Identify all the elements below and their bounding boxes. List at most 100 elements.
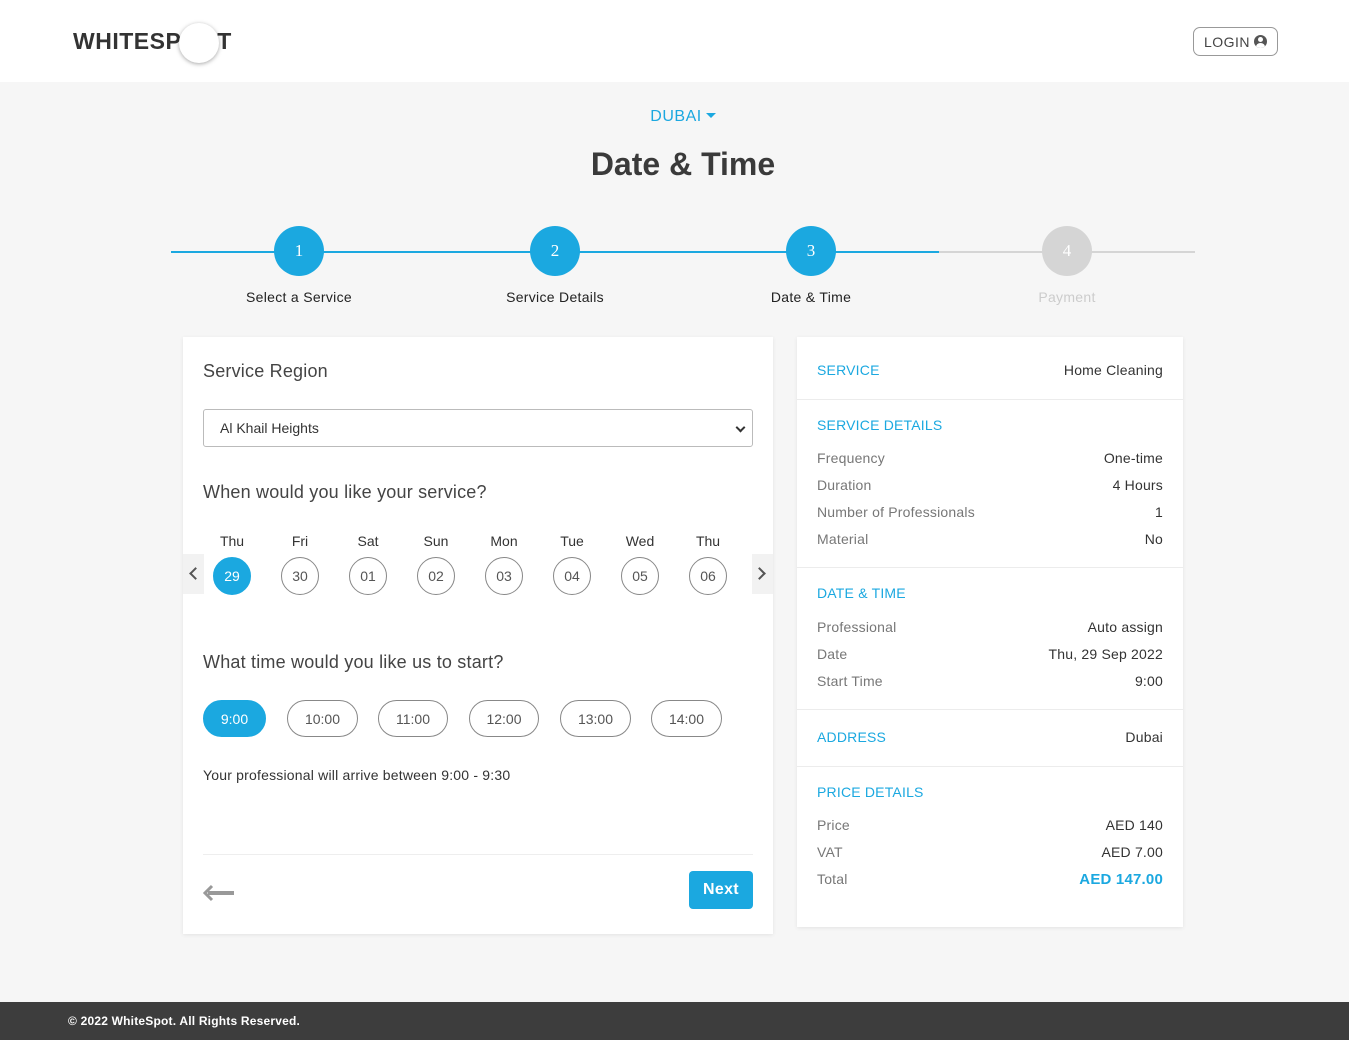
day-number[interactable]: 30 bbox=[281, 557, 319, 595]
day-name: Sun bbox=[423, 533, 449, 549]
prev-dates-button[interactable] bbox=[183, 554, 204, 594]
professional-value: Auto assign bbox=[1087, 619, 1163, 635]
day-name: Fri bbox=[291, 533, 309, 549]
duration-value: 4 Hours bbox=[1112, 477, 1163, 493]
time-heading: What time would you like us to start? bbox=[203, 652, 504, 672]
day-number[interactable]: 05 bbox=[621, 557, 659, 595]
start-time-label: Start Time bbox=[817, 673, 883, 689]
step-number: 1 bbox=[274, 226, 324, 276]
start-time-value: 9:00 bbox=[1134, 673, 1163, 689]
date-value: Thu, 29 Sep 2022 bbox=[1048, 646, 1163, 662]
summary-address-value: Dubai bbox=[1125, 729, 1163, 745]
frequency-label: Frequency bbox=[817, 450, 885, 466]
summary-details-label: SERVICE DETAILS bbox=[817, 417, 943, 433]
step-number: 2 bbox=[530, 226, 580, 276]
day-number[interactable]: 01 bbox=[349, 557, 387, 595]
day-number[interactable]: 06 bbox=[689, 557, 727, 595]
date-option[interactable]: Sat 01 bbox=[338, 527, 398, 595]
region-select-value: Al Khail Heights bbox=[220, 420, 319, 436]
professionals-count-value: 1 bbox=[1155, 504, 1163, 520]
date-option[interactable]: Thu 06 bbox=[678, 527, 738, 595]
day-number[interactable]: 02 bbox=[417, 557, 455, 595]
site-header: WHITESP T LOGIN bbox=[0, 0, 1349, 82]
booking-summary-card: SERVICE Home Cleaning SERVICE DETAILS Fr… bbox=[797, 337, 1183, 927]
progress-stepper: 1 Select a Service 2 Service Details 3 D… bbox=[171, 226, 1195, 316]
step-label: Select a Service bbox=[246, 289, 352, 305]
vat-label: VAT bbox=[817, 844, 843, 860]
material-value: No bbox=[1144, 531, 1163, 547]
time-slot-button[interactable]: 12:00 bbox=[469, 700, 539, 737]
day-name: Wed bbox=[625, 533, 655, 549]
time-slot-button[interactable]: 10:00 bbox=[287, 700, 358, 737]
step-payment: 4 Payment bbox=[967, 226, 1167, 305]
date-picker-strip: Thu 29 Fri 30 Sat 01 Sun 02 Mon 03 Tue 0… bbox=[183, 527, 773, 597]
summary-datetime-section: DATE & TIME Professional Auto assign Dat… bbox=[797, 568, 1183, 710]
whitespot-logo[interactable]: WHITESP T bbox=[73, 20, 232, 63]
step-label: Service Details bbox=[506, 289, 604, 305]
date-option[interactable]: Sun 02 bbox=[406, 527, 466, 595]
region-heading: Service Region bbox=[203, 361, 328, 381]
date-option[interactable]: Mon 03 bbox=[474, 527, 534, 595]
price-label: Price bbox=[817, 817, 850, 833]
time-slot-button[interactable]: 13:00 bbox=[560, 700, 631, 737]
login-button[interactable]: LOGIN bbox=[1193, 27, 1278, 56]
copyright-text: © 2022 WhiteSpot. All Rights Reserved. bbox=[68, 1014, 301, 1028]
price-value: AED 140 bbox=[1105, 817, 1163, 833]
vat-value: AED 7.00 bbox=[1101, 844, 1163, 860]
day-name: Thu bbox=[695, 533, 721, 549]
material-label: Material bbox=[817, 531, 869, 547]
summary-address-label: ADDRESS bbox=[817, 729, 887, 745]
summary-details-section: SERVICE DETAILS Frequency One-time Durat… bbox=[797, 400, 1183, 568]
back-button[interactable] bbox=[202, 882, 235, 904]
date-option[interactable]: Tue 04 bbox=[542, 527, 602, 595]
summary-service-value: Home Cleaning bbox=[1063, 362, 1163, 378]
date-option[interactable]: Wed 05 bbox=[610, 527, 670, 595]
next-button[interactable]: Next bbox=[689, 871, 753, 909]
step-service-details[interactable]: 2 Service Details bbox=[455, 226, 655, 305]
step-number: 4 bbox=[1042, 226, 1092, 276]
step-label: Date & Time bbox=[770, 289, 852, 305]
duration-label: Duration bbox=[817, 477, 872, 493]
arrow-left-icon bbox=[202, 884, 234, 902]
logo-ring-icon bbox=[179, 23, 220, 63]
day-name: Tue bbox=[560, 533, 584, 549]
summary-service-label: SERVICE bbox=[817, 362, 880, 378]
summary-address-section: ADDRESS Dubai bbox=[797, 710, 1183, 767]
step-number: 3 bbox=[786, 226, 836, 276]
page-title: Date & Time bbox=[590, 146, 776, 182]
time-slot-button[interactable]: 14:00 bbox=[651, 700, 722, 737]
login-label: LOGIN bbox=[1203, 33, 1251, 50]
booking-form-card: Service Region Al Khail Heights When wou… bbox=[183, 337, 773, 934]
day-number[interactable]: 04 bbox=[553, 557, 591, 595]
site-footer: © 2022 WhiteSpot. All Rights Reserved. bbox=[0, 1002, 1349, 1040]
logo-text-left: WHITESP bbox=[73, 27, 182, 54]
caret-down-icon bbox=[705, 113, 716, 119]
user-icon bbox=[1254, 35, 1268, 48]
logo-text-right: T bbox=[217, 27, 232, 54]
day-number[interactable]: 03 bbox=[485, 557, 523, 595]
city-label: DUBAI bbox=[650, 108, 702, 125]
step-select-service[interactable]: 1 Select a Service bbox=[199, 226, 399, 305]
professionals-count-label: Number of Professionals bbox=[817, 504, 975, 520]
day-name: Mon bbox=[490, 533, 518, 549]
total-value: AED 147.00 bbox=[1079, 871, 1163, 888]
city-selector[interactable]: DUBAI bbox=[0, 108, 1349, 126]
next-dates-button[interactable] bbox=[752, 554, 773, 594]
summary-price-section: PRICE DETAILS Price AED 140 VAT AED 7.00… bbox=[797, 767, 1183, 927]
day-name: Thu bbox=[219, 533, 245, 549]
region-select[interactable]: Al Khail Heights bbox=[203, 409, 753, 447]
arrival-window-note: Your professional will arrive between 9:… bbox=[203, 767, 511, 783]
summary-service-section: SERVICE Home Cleaning bbox=[797, 337, 1183, 400]
step-date-time[interactable]: 3 Date & Time bbox=[711, 226, 911, 305]
day-number[interactable]: 29 bbox=[213, 557, 251, 595]
professional-label: Professional bbox=[817, 619, 897, 635]
date-option[interactable]: Thu 29 bbox=[202, 527, 262, 595]
date-label: Date bbox=[817, 646, 848, 662]
time-slot-button[interactable]: 9:00 bbox=[203, 700, 266, 737]
chevron-left-icon bbox=[189, 567, 202, 580]
summary-price-label: PRICE DETAILS bbox=[817, 784, 924, 800]
day-name: Sat bbox=[357, 533, 379, 549]
frequency-value: One-time bbox=[1103, 450, 1163, 466]
date-option[interactable]: Fri 30 bbox=[270, 527, 330, 595]
time-slot-button[interactable]: 11:00 bbox=[378, 700, 448, 737]
